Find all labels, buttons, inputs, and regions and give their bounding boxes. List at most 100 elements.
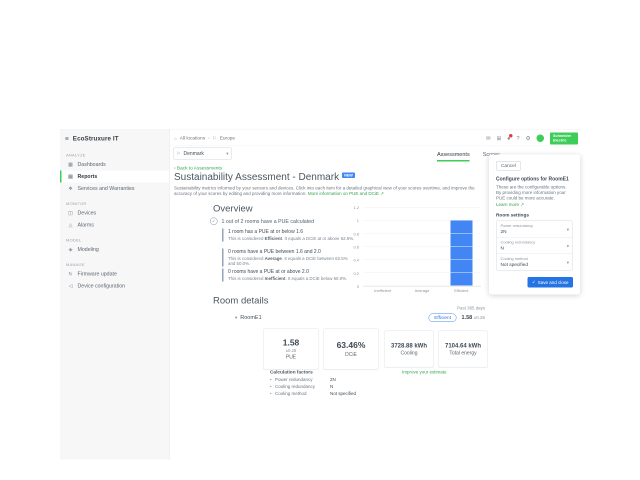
external-link-icon: ↗ bbox=[380, 191, 384, 196]
settings-gear-icon[interactable]: ⚙ bbox=[526, 135, 531, 142]
sidebar-item-label: Alarms bbox=[78, 222, 94, 228]
calculation-factors-title: Calculation factors bbox=[270, 370, 400, 376]
hamburger-menu-icon[interactable]: ≡ bbox=[65, 135, 69, 143]
sidebar-section-label: Model bbox=[60, 236, 170, 244]
apps-icon[interactable]: ⊞ bbox=[497, 135, 502, 142]
tab-assessments[interactable]: Assessments bbox=[437, 152, 470, 162]
sidebar-item-label: Device configuration bbox=[78, 283, 126, 289]
total-energy-card: 7104.64 kWh Total energy bbox=[438, 331, 488, 368]
overview-item-headline[interactable]: 0 rooms have a PUE at or above 2.0 bbox=[228, 269, 356, 275]
field-label: Cooling method bbox=[501, 257, 564, 262]
factor-row-cooling-redundancy: • Cooling redundancy N bbox=[270, 384, 400, 389]
pue-uncertainty: ±0.26 bbox=[286, 348, 297, 353]
sidebar-item-reports[interactable]: ▤ Reports bbox=[60, 171, 170, 183]
sidebar-item-dashboards[interactable]: ▦ Dashboards bbox=[60, 159, 170, 171]
chevron-down-icon: ▾ bbox=[226, 151, 228, 157]
modeling-icon: ◈ bbox=[68, 247, 74, 253]
cancel-button[interactable]: Cancel bbox=[496, 161, 521, 171]
learn-more-link[interactable]: Learn more ↗ bbox=[496, 202, 524, 207]
sidebar-section-label: Analyze bbox=[60, 151, 170, 159]
top-bar: ⌂ All locations › ⚐ Europe ✉ ⊞ ● ? ⚙ Sch… bbox=[170, 132, 580, 146]
expand-chevron-icon[interactable]: ▾ bbox=[235, 315, 237, 321]
sidebar-header: ≡ EcoStruxure IT bbox=[60, 130, 170, 147]
xlabel-efficient: Efficient bbox=[442, 289, 481, 294]
sidebar-item-services-warranties[interactable]: ❖ Services and Warranties bbox=[60, 183, 170, 195]
pue-label: PUE bbox=[286, 355, 296, 361]
overview-item-inefficient[interactable]: 0 rooms have a PUE at or above 2.0 This … bbox=[222, 269, 356, 282]
sidebar-section-model: Model ◈ Modeling bbox=[60, 236, 170, 256]
xlabel-average: Average bbox=[402, 289, 441, 294]
dcie-label: DCiE bbox=[345, 352, 357, 358]
factor-label: Power redundancy bbox=[275, 377, 330, 382]
drawer-footer: ✓ Save and close bbox=[496, 277, 573, 288]
alarms-icon: △ bbox=[68, 222, 74, 228]
period-label: Past 365 days bbox=[457, 306, 485, 311]
power-redundancy-select[interactable]: Power redundancy 2N ▾ bbox=[497, 221, 573, 238]
sidebar-item-modeling[interactable]: ◈ Modeling bbox=[60, 244, 170, 256]
factor-value: Not specified bbox=[330, 391, 356, 396]
location-icon: ⌂ bbox=[174, 136, 177, 141]
schneider-electric-logo[interactable]: Schneider Electric bbox=[550, 132, 578, 144]
ecostruxure-app-window: ≡ EcoStruxure IT Analyze ▦ Dashboards ▤ … bbox=[60, 129, 580, 459]
breadcrumb-europe[interactable]: Europe bbox=[220, 136, 235, 142]
save-and-close-button[interactable]: ✓ Save and close bbox=[527, 277, 573, 288]
overview-item-efficient[interactable]: 1 room has a PUE at or below 1.6 This is… bbox=[222, 229, 356, 242]
sidebar-item-label: Reports bbox=[78, 174, 98, 180]
cooling-label: Cooling bbox=[401, 351, 418, 357]
room-settings-group: Power redundancy 2N ▾ Cooling redundancy… bbox=[496, 221, 573, 271]
sidebar-item-label: Devices bbox=[78, 210, 97, 216]
overview-item-detail: This is considered Inefficient. It equal… bbox=[228, 276, 356, 281]
chart-plot bbox=[363, 208, 481, 287]
factor-row-power-redundancy: • Power redundancy 2N bbox=[270, 377, 400, 382]
screenshot-stage: ≡ EcoStruxure IT Analyze ▦ Dashboards ▤ … bbox=[0, 0, 640, 480]
sidebar-item-label: Modeling bbox=[78, 247, 99, 253]
notifications-bell-icon[interactable]: ● bbox=[507, 135, 510, 141]
page-description: Sustainability metrics informed by your … bbox=[174, 186, 487, 197]
room-name[interactable]: ▾ RoomE1 bbox=[235, 315, 262, 321]
factor-value: 2N bbox=[330, 377, 336, 382]
sidebar-item-device-configuration[interactable]: ◁ Device configuration bbox=[60, 280, 170, 292]
chart-bar-efficient bbox=[450, 221, 472, 286]
overview-item-headline[interactable]: 1 room has a PUE at or below 1.6 bbox=[228, 229, 356, 235]
overview-item-average[interactable]: 0 rooms have a PUE between 1.6 and 2.0 T… bbox=[222, 249, 356, 267]
cooling-method-select[interactable]: Cooling method Not specified ▾ bbox=[497, 254, 573, 270]
factor-label: Cooling redundancy bbox=[275, 384, 330, 389]
breadcrumb-separator: › bbox=[208, 136, 210, 142]
overview-summary-text: 1 out of 2 rooms have a PUE calculated bbox=[222, 218, 315, 224]
chart-xaxis-labels: Inefficient Average Efficient bbox=[363, 289, 481, 294]
sidebar-section-manage: Manage ↻ Firmware update ◁ Device config… bbox=[60, 261, 170, 293]
factor-label: Cooling method bbox=[275, 391, 330, 396]
room-settings-title: Room settings bbox=[496, 213, 573, 219]
sidebar-item-firmware-update[interactable]: ↻ Firmware update bbox=[60, 268, 170, 280]
notification-badge bbox=[509, 134, 513, 138]
overview-item-headline[interactable]: 0 rooms have a PUE between 1.6 and 2.0 bbox=[228, 249, 356, 255]
pue-card: 1.58 ±0.26 PUE bbox=[263, 329, 319, 370]
device-configuration-icon: ◁ bbox=[68, 283, 74, 289]
region-flag-icon: ⚐ bbox=[213, 136, 217, 142]
cooling-redundancy-select[interactable]: Cooling redundancy N ▾ bbox=[497, 238, 573, 255]
feedback-icon[interactable]: ✉ bbox=[486, 135, 491, 142]
drawer-title: Configure options for RoomE1 bbox=[496, 177, 573, 183]
breadcrumb-all-locations[interactable]: All locations bbox=[180, 136, 205, 142]
total-energy-label: Total energy bbox=[449, 351, 476, 357]
pue-distribution-chart: 00.20.40.60.811.2 Inefficient Average Ef… bbox=[342, 208, 485, 297]
improve-estimate-link[interactable]: Improve your estimate bbox=[402, 370, 447, 375]
sidebar-item-alarms[interactable]: △ Alarms bbox=[60, 219, 170, 231]
sidebar-section-label: Monitor bbox=[60, 200, 170, 208]
pue-value: 1.58 bbox=[283, 338, 300, 348]
cooling-card: 3728.88 kWh Cooling bbox=[384, 331, 434, 368]
room-row-right: Efficient 1.58 ±0.26 bbox=[429, 313, 485, 322]
help-icon[interactable]: ? bbox=[517, 135, 520, 141]
user-avatar[interactable] bbox=[537, 135, 545, 143]
field-label: Cooling redundancy bbox=[501, 240, 564, 245]
chart-yaxis: 00.20.40.60.811.2 bbox=[342, 208, 359, 287]
location-select[interactable]: ⚐ Denmark ▾ bbox=[173, 148, 232, 160]
page-title-text: Sustainability Assessment - Denmark bbox=[174, 172, 339, 184]
reports-icon: ▤ bbox=[68, 174, 74, 180]
more-info-link[interactable]: More information on PUE and DCiE ↗ bbox=[308, 191, 384, 196]
chevron-down-icon: ▾ bbox=[567, 227, 569, 233]
back-to-assessments-link[interactable]: ‹ Back to Assessments bbox=[174, 166, 222, 172]
factor-row-cooling-method: • Cooling method Not specified bbox=[270, 391, 400, 396]
sidebar-item-devices[interactable]: ◫ Devices bbox=[60, 207, 170, 219]
app-logo: EcoStruxure IT bbox=[73, 135, 119, 142]
